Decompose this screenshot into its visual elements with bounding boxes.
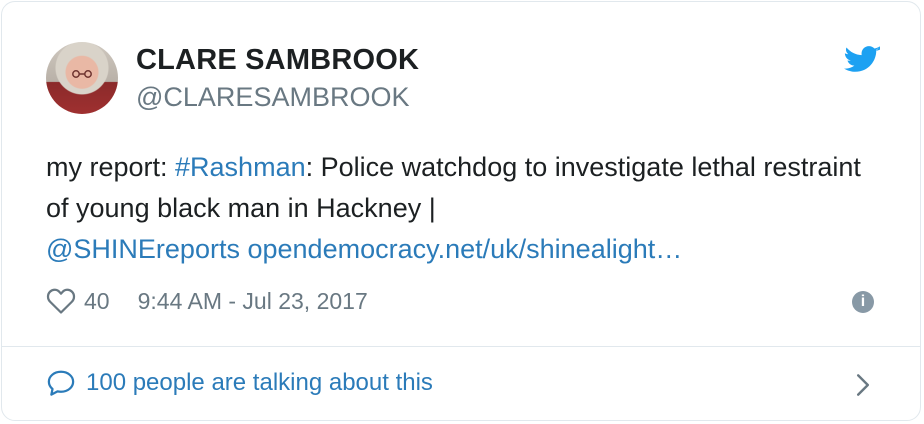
- avatar[interactable]: [46, 42, 118, 114]
- hashtag-link[interactable]: #Rashman: [175, 152, 306, 182]
- tweet-text: my report: #Rashman: Police watchdog to …: [46, 147, 886, 270]
- timestamp[interactable]: 9:44 AM - Jul 23, 2017: [138, 288, 368, 315]
- speech-bubble-icon: [47, 370, 75, 396]
- chevron-right-icon[interactable]: [854, 373, 872, 397]
- like-count[interactable]: 40: [84, 288, 110, 315]
- author-handle[interactable]: @CLARESAMBROOK: [136, 82, 409, 113]
- url-link[interactable]: opendemocracy.net/uk/shinealight…: [247, 234, 682, 264]
- conversation-label: 100 people are talking about this: [86, 369, 433, 396]
- conversation-link[interactable]: 100 people are talking about this: [46, 366, 433, 400]
- tweet-text-segment: my report:: [46, 152, 176, 182]
- mention-link[interactable]: @SHINEreports: [46, 234, 240, 264]
- info-icon[interactable]: i: [852, 291, 874, 313]
- twitter-bird-icon[interactable]: [844, 46, 880, 76]
- divider: [2, 346, 920, 347]
- author-name[interactable]: CLARE SAMBROOK: [136, 44, 419, 77]
- heart-icon[interactable]: [46, 287, 76, 315]
- tweet-card: CLARE SAMBROOK @CLARESAMBROOK my report:…: [1, 1, 921, 421]
- tweet-meta: 40 9:44 AM - Jul 23, 2017: [46, 285, 368, 317]
- glasses-icon: [72, 70, 92, 78]
